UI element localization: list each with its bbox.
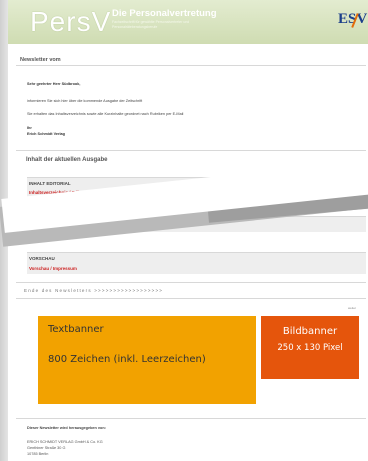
footer-heading: Dieser Newsletter wird herausgegeben von… — [27, 426, 106, 430]
divider — [16, 150, 366, 151]
bildbanner-size: 250 x 130 Pixel — [277, 343, 343, 353]
bildbanner-placeholder: Bildbanner 250 x 130 Pixel — [261, 316, 359, 379]
textbanner-placeholder: Textbanner 800 Zeichen (inkl. Leerzeiche… — [38, 316, 256, 404]
vorschau-box — [27, 252, 366, 274]
intro-line-1: informieren Sie sich hier über die komme… — [27, 99, 143, 103]
newsletter-title: Newsletter vom — [20, 57, 61, 63]
intro-line-2: Sie erhalten das Inhaltsverzeichnis sowi… — [27, 112, 184, 116]
persv-logo: PersV — [30, 6, 112, 37]
textbanner-description: 800 Zeichen (inkl. Leerzeichen) — [48, 354, 206, 365]
textbanner-title: Textbanner — [48, 324, 104, 335]
divider — [16, 298, 366, 299]
footer-city: 10785 Berlin — [27, 452, 49, 456]
bildbanner-title: Bildbanner — [282, 326, 338, 337]
header-title: Die Personalvertretung — [112, 8, 217, 19]
footer-company: ERICH SCHMIDT VERLAG GmbH & Co. KG — [27, 440, 103, 444]
newsletter-preview: PersV Die Personalvertretung Fachzeitsch… — [0, 0, 368, 461]
footer-street: Genthiner Straße 30 G — [27, 446, 66, 450]
divider — [16, 418, 366, 419]
weiter-link[interactable]: weiter — [348, 306, 356, 310]
vorschau-link[interactable]: Vorschau / Impressum — [29, 266, 77, 271]
header-subtitle: Fachzeitschrift für gewählte Personalver… — [112, 20, 190, 29]
divider — [16, 65, 366, 66]
editorial-heading: INHALT EDITORIAL — [29, 181, 71, 186]
greeting: Sehr geehrter Herr Südbrook, — [27, 82, 81, 86]
contents-heading: Inhalt der aktuellen Ausgabe — [26, 157, 108, 163]
newsletter-header: PersV Die Personalvertretung Fachzeitsch… — [8, 0, 368, 44]
divider — [16, 282, 366, 283]
vorschau-heading: VORSCHAU — [29, 256, 55, 261]
signoff-2: Erich Schmidt Verlag — [27, 132, 65, 136]
signoff-1: Ihr — [27, 126, 32, 130]
end-of-newsletter: Ende des Newsletters >>>>>>>>>>>>>>>>>> — [24, 288, 164, 293]
